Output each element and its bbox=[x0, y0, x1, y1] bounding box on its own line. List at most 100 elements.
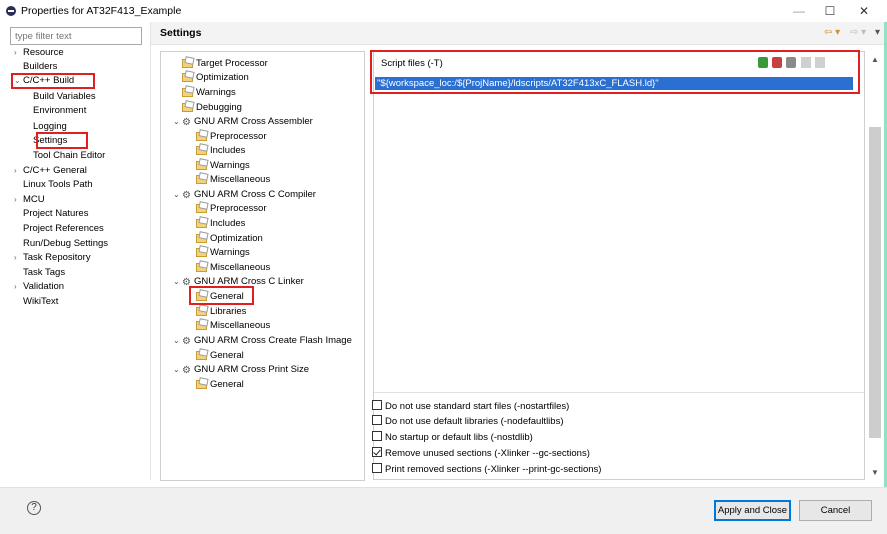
nav-item-run-debug-settings[interactable]: Run/Debug Settings bbox=[23, 237, 108, 251]
nav-item-cpp-general[interactable]: › C/C++ General bbox=[14, 164, 87, 178]
nav-item-linux-tools-path[interactable]: Linux Tools Path bbox=[23, 178, 93, 192]
scroll-up-icon[interactable]: ▲ bbox=[866, 55, 884, 64]
chevron-down-icon[interactable]: ⌄ bbox=[173, 275, 182, 289]
nav-item-task-repository[interactable]: › Task Repository bbox=[14, 251, 91, 265]
tree-item[interactable]: Miscellaneous bbox=[196, 261, 270, 275]
tree-group[interactable]: ⌄ ⚙ GNU ARM Cross Assembler bbox=[173, 115, 313, 129]
tree-item[interactable]: Target Processor bbox=[182, 57, 268, 71]
chevron-down-icon[interactable]: ⌄ bbox=[173, 188, 182, 202]
apply-and-close-button[interactable]: Apply and Close bbox=[714, 500, 791, 521]
tree-item[interactable]: Includes bbox=[196, 217, 245, 231]
tool-settings-icon bbox=[196, 217, 208, 228]
button-bar: ? Apply and Close Cancel bbox=[0, 487, 887, 534]
checkbox[interactable] bbox=[372, 400, 382, 410]
tree-item-linker-general[interactable]: General bbox=[196, 290, 244, 304]
nav-item-cpp-build[interactable]: ⌄ C/C++ Build bbox=[14, 74, 74, 88]
nav-item-builders[interactable]: Builders bbox=[23, 60, 57, 74]
chevron-right-icon[interactable]: › bbox=[14, 164, 23, 178]
checkbox-checked[interactable] bbox=[372, 447, 382, 457]
option-nostdlib[interactable]: No startup or default libs (-nostdlib) bbox=[372, 431, 533, 445]
tool-settings-icon bbox=[196, 378, 208, 389]
view-menu-icon[interactable]: ▾ bbox=[875, 27, 880, 38]
chevron-right-icon[interactable]: › bbox=[14, 251, 23, 265]
help-icon[interactable]: ? bbox=[27, 501, 41, 515]
cancel-button[interactable]: Cancel bbox=[799, 500, 872, 521]
tree-item[interactable]: Optimization bbox=[196, 232, 263, 246]
edit-icon[interactable] bbox=[786, 57, 796, 68]
nav-item-resource[interactable]: › Resource bbox=[14, 46, 64, 60]
scroll-thumb[interactable] bbox=[869, 127, 881, 438]
tool-settings-icon bbox=[196, 130, 208, 141]
back-arrow-icon[interactable]: ⇦ ▾ bbox=[824, 27, 840, 38]
tree-item[interactable]: Warnings bbox=[196, 246, 250, 260]
script-file-entry[interactable]: "${workspace_loc:/${ProjName}/ldscripts/… bbox=[375, 77, 853, 90]
checkbox[interactable] bbox=[372, 431, 382, 441]
checkbox[interactable] bbox=[372, 415, 382, 425]
chevron-down-icon[interactable]: ⌄ bbox=[14, 74, 23, 88]
tool-gear-icon: ⚙ bbox=[182, 117, 191, 128]
nav-item-validation[interactable]: › Validation bbox=[14, 280, 64, 294]
tree-group[interactable]: ⌄ ⚙ GNU ARM Cross C Compiler bbox=[173, 188, 316, 202]
tree-group[interactable]: ⌄ ⚙ GNU ARM Cross C Linker bbox=[173, 275, 304, 289]
tree-item[interactable]: Debugging bbox=[182, 101, 242, 115]
chevron-down-icon[interactable]: ⌄ bbox=[173, 115, 182, 129]
tool-settings-icon bbox=[196, 202, 208, 213]
option-print-gc-sections[interactable]: Print removed sections (-Xlinker --print… bbox=[372, 463, 601, 477]
tree-item[interactable]: General bbox=[196, 349, 244, 363]
tree-item[interactable]: Miscellaneous bbox=[196, 173, 270, 187]
chevron-right-icon[interactable]: › bbox=[14, 193, 23, 207]
tree-item[interactable]: Includes bbox=[196, 144, 245, 158]
tool-settings-icon bbox=[182, 101, 194, 112]
close-button[interactable]: ✕ bbox=[850, 2, 878, 20]
nav-item-task-tags[interactable]: Task Tags bbox=[23, 266, 65, 280]
tree-item[interactable]: Preprocessor bbox=[196, 202, 267, 216]
tree-item[interactable]: General bbox=[196, 378, 244, 392]
nav-item-tool-chain-editor[interactable]: Tool Chain Editor bbox=[33, 149, 105, 163]
nav-item-build-variables[interactable]: Build Variables bbox=[33, 90, 96, 104]
vertical-scrollbar[interactable]: ▲ ▼ bbox=[866, 51, 884, 480]
move-down-icon[interactable] bbox=[815, 57, 825, 68]
checkbox[interactable] bbox=[372, 463, 382, 473]
chevron-down-icon[interactable]: ⌄ bbox=[173, 363, 182, 377]
tree-item[interactable]: Preprocessor bbox=[196, 130, 267, 144]
tool-settings-icon bbox=[182, 86, 194, 97]
nav-item-environment[interactable]: Environment bbox=[33, 104, 86, 118]
tree-item[interactable]: Warnings bbox=[182, 86, 236, 100]
tree-item[interactable]: Optimization bbox=[182, 71, 249, 85]
nav-item-mcu[interactable]: › MCU bbox=[14, 193, 45, 207]
option-nodefaultlibs[interactable]: Do not use default libraries (-nodefault… bbox=[372, 415, 563, 429]
tree-group[interactable]: ⌄ ⚙ GNU ARM Cross Print Size bbox=[173, 363, 309, 377]
delete-icon[interactable] bbox=[772, 57, 782, 68]
tool-settings-icon bbox=[196, 246, 208, 257]
chevron-right-icon[interactable]: › bbox=[14, 46, 23, 60]
tree-group[interactable]: ⌄ ⚙ GNU ARM Cross Create Flash Image bbox=[173, 334, 352, 348]
add-icon[interactable] bbox=[758, 57, 768, 68]
tool-settings-icon bbox=[196, 173, 208, 184]
tree-item[interactable]: Libraries bbox=[196, 305, 246, 319]
tool-gear-icon: ⚙ bbox=[182, 190, 191, 201]
nav-item-settings[interactable]: Settings bbox=[33, 134, 67, 148]
tool-settings-icon bbox=[196, 159, 208, 170]
tool-settings-tree: Target Processor Optimization Warnings D… bbox=[160, 51, 365, 481]
nav-item-project-references[interactable]: Project References bbox=[23, 222, 104, 236]
sash-divider[interactable] bbox=[150, 22, 151, 480]
tree-item[interactable]: Warnings bbox=[196, 159, 250, 173]
page-title: Settings bbox=[160, 27, 202, 39]
tool-settings-icon bbox=[196, 290, 208, 301]
scroll-down-icon[interactable]: ▼ bbox=[866, 468, 884, 477]
maximize-button[interactable]: ☐ bbox=[816, 2, 844, 20]
option-gc-sections[interactable]: Remove unused sections (-Xlinker --gc-se… bbox=[372, 447, 590, 461]
nav-item-project-natures[interactable]: Project Natures bbox=[23, 207, 88, 221]
minimize-button[interactable]: — bbox=[785, 2, 813, 20]
filter-input[interactable] bbox=[10, 27, 142, 45]
chevron-down-icon[interactable]: ⌄ bbox=[173, 334, 182, 348]
window-title: Properties for AT32F413_Example bbox=[21, 5, 182, 17]
chevron-right-icon[interactable]: › bbox=[14, 280, 23, 294]
nav-item-wikitext[interactable]: WikiText bbox=[23, 295, 58, 309]
nav-item-logging[interactable]: Logging bbox=[33, 120, 67, 134]
move-up-icon[interactable] bbox=[801, 57, 811, 68]
tree-item[interactable]: Miscellaneous bbox=[196, 319, 270, 333]
forward-arrow-icon[interactable]: ⇨ ▾ bbox=[850, 27, 866, 38]
tool-gear-icon: ⚙ bbox=[182, 277, 191, 288]
option-nostartfiles[interactable]: Do not use standard start files (-nostar… bbox=[372, 400, 569, 414]
